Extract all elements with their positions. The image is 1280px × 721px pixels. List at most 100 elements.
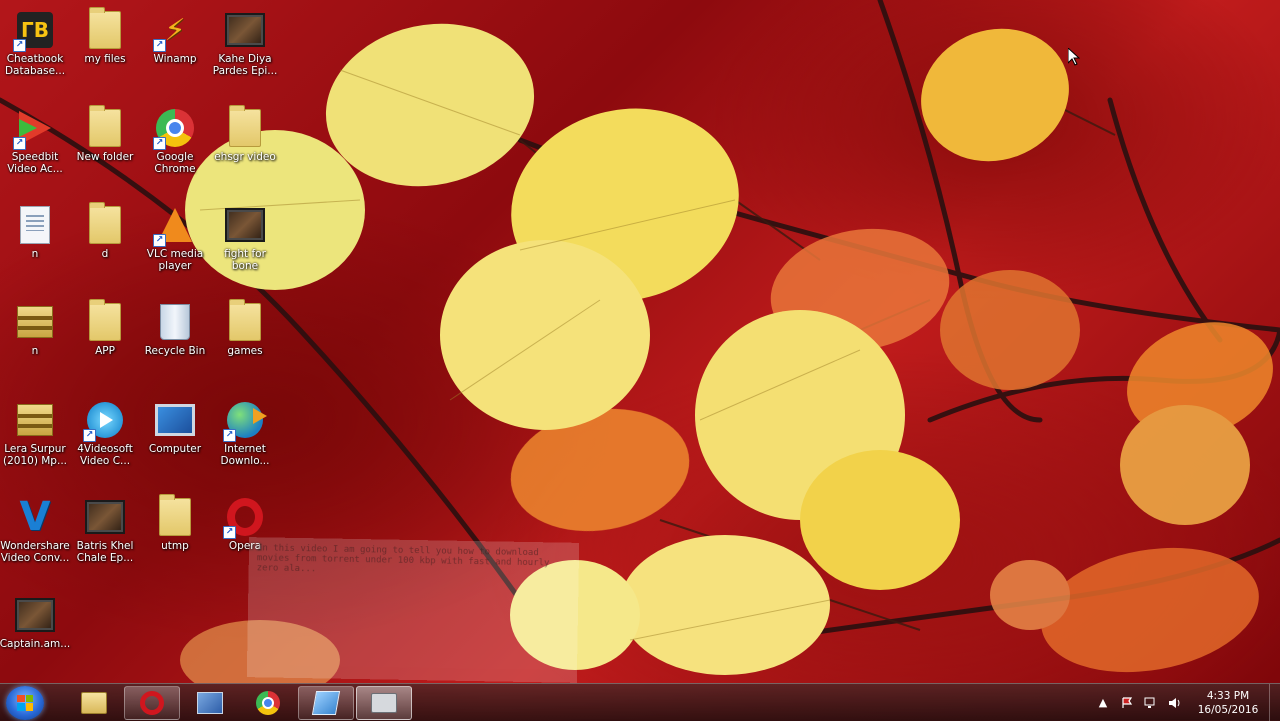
cheatbook-icon: ΓB ↗ [13,10,55,52]
desktop-icon[interactable]: V Wondershare Video Conv... [0,491,70,583]
desktop-icon-label: 4Videosoft Video C... [77,443,133,467]
shortcut-arrow-icon: ↗ [83,429,96,442]
desktop-icon-label: Internet Downlo... [220,443,270,467]
desktop-icon-label: d [101,248,109,260]
desktop-icon-label: Speedbit Video Ac... [7,151,63,175]
idm-icon: ↗ [223,400,267,442]
chrome-icon [256,690,280,715]
taskbar-app-button[interactable] [298,685,354,720]
desktop-icon[interactable]: Batris Khel Chale Ep... [70,491,140,583]
taskbar-screen-recorder-button[interactable] [356,685,412,720]
show-desktop-button[interactable] [1269,684,1280,721]
taskbar: ▲ 4:33 PM 16/05/2016 [0,683,1280,721]
desktop-icon[interactable]: APP [70,296,140,388]
camera-icon [371,692,397,713]
folder-icon [225,299,265,342]
folder-icon [85,299,125,342]
shortcut-arrow-icon: ↗ [153,137,166,150]
overlay-note: In this video I am going to tell you how… [246,537,580,683]
folder-icon [81,691,107,714]
desktop-icon[interactable]: utmp [140,491,210,583]
desktop-icon[interactable]: ΓB ↗ Cheatbook Database... [0,4,70,96]
desktop-icon[interactable]: ↗ 4Videosoft Video C... [70,394,140,486]
desktop-icon[interactable]: ↗ Google Chrome [140,102,210,194]
desktop-icon[interactable]: ↗ Speedbit Video Ac... [0,102,70,194]
show-hidden-icons-button[interactable]: ▲ [1096,696,1110,710]
desktop-icon[interactable]: games [210,296,280,388]
folder-icon [225,105,265,148]
network-status-icon[interactable] [1144,696,1158,710]
taskbar-clock[interactable]: 4:33 PM 16/05/2016 [1193,689,1263,717]
recycle-bin-icon [155,302,195,342]
desktop-icon-label: Wondershare Video Conv... [0,540,70,564]
clock-time: 4:33 PM [1206,689,1250,702]
opera-icon [140,690,164,715]
desktop-icon-label: games [227,345,263,357]
desktop-icon[interactable]: Lera Surpur (2010) Mp... [0,394,70,486]
system-tray: ▲ 4:33 PM 16/05/2016 [1091,684,1280,721]
opera-icon: ↗ [223,497,265,539]
desktop-icon-label: my files [84,53,126,65]
desktop-icon[interactable]: ehsgr video [210,102,280,194]
taskbar-chrome-button[interactable] [240,686,296,720]
computer-icon [155,400,195,440]
generic-app-icon [311,690,341,715]
desktop-icon[interactable]: Recycle Bin [140,296,210,388]
desktop-icon-label: Lera Surpur (2010) Mp... [3,443,67,467]
windows-logo-icon [17,694,33,711]
desktop-icon-label: APP [95,345,115,357]
video-thumbnail-icon [225,205,265,245]
folder-3d-icon [85,202,125,245]
shortcut-arrow-icon: ↗ [153,234,166,247]
vlc-icon: ↗ [153,205,195,247]
desktop-icon[interactable]: Computer [140,394,210,486]
desktop-icon[interactable]: n [0,296,70,388]
desktop-icon-label: Winamp [153,53,197,65]
desktop-icon-label: fight for bone [224,248,266,272]
desktop-icon[interactable]: ⚡ ↗ Winamp [140,4,210,96]
shortcut-arrow-icon: ↗ [13,137,26,150]
shortcut-arrow-icon: ↗ [13,39,26,52]
document-icon [15,205,55,245]
desktop-icon[interactable]: Kahe Diya Pardes Epi... [210,4,280,96]
desktop-icon-label: utmp [161,540,189,552]
speedbit-icon: ↗ [13,108,55,150]
desktop-icon-label: Google Chrome [154,151,196,175]
archive-icon [15,400,55,440]
volume-icon[interactable] [1168,696,1182,710]
taskbar-explorer-button[interactable] [66,686,122,720]
desktop-icon[interactable]: fight for bone [210,199,280,291]
video-thumbnail-icon [225,10,265,50]
desktop-icon[interactable]: New folder [70,102,140,194]
start-button[interactable] [6,685,44,720]
folder-icon [155,494,195,537]
desktop-icon[interactable]: d [70,199,140,291]
shortcut-arrow-icon: ↗ [153,39,166,52]
desktop-icon-label: ehsgr video [214,151,276,163]
clock-date: 16/05/2016 [1197,703,1259,716]
archive-icon [15,302,55,342]
folder-icon [85,7,125,50]
desktop-icon[interactable]: my files [70,4,140,96]
network-icon [197,691,223,714]
shortcut-arrow-icon: ↗ [223,526,236,539]
desktop-icon[interactable]: Captain.am... [0,589,70,681]
taskbar-network-button[interactable] [182,686,238,720]
desktop-icon-label: n [31,248,39,260]
desktop-icon[interactable]: ↗ VLC media player [140,199,210,291]
desktop-icon-label: VLC media player [146,248,204,272]
winamp-icon: ⚡ ↗ [153,10,195,52]
mouse-cursor-icon [1068,48,1080,66]
desktop-icon-label: Cheatbook Database... [4,53,66,77]
desktop-icon[interactable]: ↗ Internet Downlo... [210,394,280,486]
desktop-icon-label: Batris Khel Chale Ep... [76,540,134,564]
action-center-flag-icon[interactable] [1120,696,1134,710]
desktop-icon-label: New folder [76,151,134,163]
desktop-icon-label: Kahe Diya Pardes Epi... [212,53,278,77]
desktop-icon[interactable]: n [0,199,70,291]
desktop-icon-label: Computer [148,443,202,455]
folder-icon [85,105,125,148]
shortcut-arrow-icon: ↗ [223,429,236,442]
desktop-icon-label: Captain.am... [0,638,71,650]
taskbar-opera-button[interactable] [124,685,180,720]
